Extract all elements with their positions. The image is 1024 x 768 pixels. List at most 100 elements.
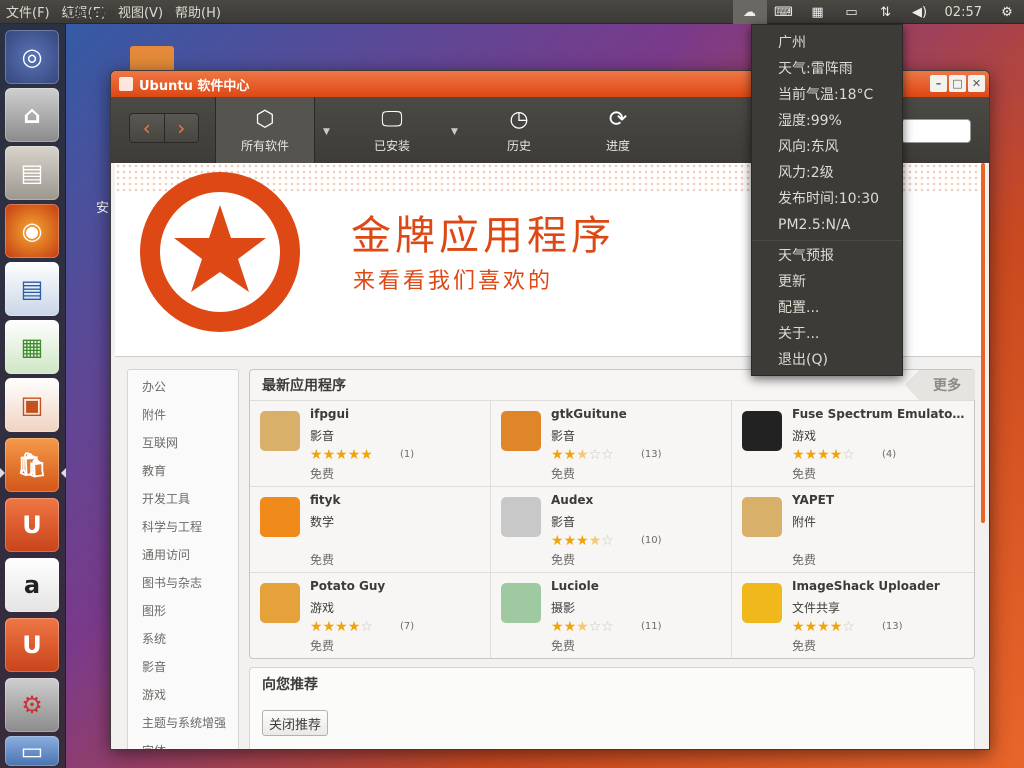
star-icon: ☆ — [588, 447, 602, 463]
calc-icon[interactable]: ▦ — [5, 320, 59, 374]
app-tile[interactable]: Audex 影音 ★★★★☆ (10) 免费 — [491, 486, 732, 572]
ubuntu-one-icon[interactable]: ⌂ — [5, 88, 59, 142]
software-center-icon[interactable]: 🛍 — [5, 438, 59, 492]
weather-condition[interactable]: 天气:雷阵雨 — [752, 56, 902, 82]
ubuntu-one-music-icon[interactable]: U — [5, 498, 59, 552]
category-games[interactable]: 游戏 — [128, 684, 238, 712]
app-tile[interactable]: Potato Guy 游戏 ★★★★☆ (7) 免费 — [250, 572, 491, 658]
app-tile[interactable]: fityk 数学 免费 — [250, 486, 491, 572]
back-button[interactable]: ‹ — [130, 114, 165, 142]
clock[interactable]: 02:57 — [937, 5, 990, 20]
menu-forecast[interactable]: 天气预报 — [752, 243, 902, 269]
installed-dropdown-icon[interactable]: ▼ — [451, 127, 463, 137]
battery-icon[interactable]: ▭ — [835, 0, 869, 24]
app-price: 免费 — [551, 553, 576, 567]
workspace-switcher-icon[interactable]: ▭ — [5, 736, 59, 766]
app-category: 数学 — [310, 515, 335, 529]
monitor-icon: 🖵 — [381, 107, 403, 132]
category-system[interactable]: 系统 — [128, 628, 238, 656]
category-education[interactable]: 教育 — [128, 460, 238, 488]
forward-button[interactable]: › — [164, 114, 198, 142]
dash-home-icon[interactable]: ◎ — [5, 30, 59, 84]
app-icon — [501, 583, 541, 623]
all-software-dropdown-icon[interactable]: ▼ — [323, 127, 335, 137]
search-input[interactable] — [901, 119, 971, 143]
all-software-button[interactable]: ⬡ 所有软件 — [215, 97, 315, 163]
firefox-icon[interactable]: ◉ — [5, 204, 59, 258]
app-name: YAPET — [792, 493, 835, 507]
writer-icon[interactable]: ▤ — [5, 262, 59, 316]
menu-about[interactable]: 关于... — [752, 321, 902, 347]
volume-icon[interactable]: ◀) — [903, 0, 937, 24]
desktop-label: 安 — [96, 201, 110, 216]
weather-wind-force[interactable]: 风力:2级 — [752, 160, 902, 186]
scrollbar[interactable] — [981, 163, 985, 523]
installed-button[interactable]: 🖵 已安装 — [342, 97, 442, 163]
calendar-icon[interactable]: ▦ — [801, 0, 835, 24]
category-media[interactable]: 影音 — [128, 656, 238, 684]
app-tile[interactable]: YAPET 附件 免费 — [732, 486, 974, 572]
category-graphics[interactable]: 图形 — [128, 600, 238, 628]
impress-icon[interactable]: ▣ — [5, 378, 59, 432]
star-icon: ★ — [310, 447, 323, 463]
weather-temperature[interactable]: 当前气温:18°C — [752, 82, 902, 108]
category-books[interactable]: 图书与杂志 — [128, 572, 238, 600]
weather-indicator-icon[interactable]: ☁ — [732, 0, 767, 24]
weather-pm25[interactable]: PM2.5:N/A — [752, 212, 902, 238]
history-button[interactable]: ◷ 历史 — [469, 97, 569, 163]
installed-label: 已安装 — [373, 139, 410, 153]
close-recommend-button[interactable]: 关闭推荐 — [262, 710, 329, 736]
weather-wind-direction[interactable]: 风向:东风 — [752, 134, 902, 160]
app-category: 影音 — [551, 429, 576, 443]
system-settings-icon[interactable]: ⚙ — [5, 678, 59, 732]
network-icon[interactable]: ⇅ — [869, 0, 903, 24]
category-dev-tools[interactable]: 开发工具 — [128, 488, 238, 516]
rating-count: (11) — [641, 621, 662, 632]
app-name: Potato Guy — [310, 579, 386, 593]
app-price: 免费 — [792, 639, 817, 653]
category-themes[interactable]: 主题与系统增强 — [128, 712, 238, 740]
menu-update[interactable]: 更新 — [752, 269, 902, 295]
app-tile[interactable]: ifpgui 影音 ★★★★★ (1) 免费 — [250, 400, 491, 486]
star-icon: ★ — [360, 447, 373, 463]
close-button[interactable]: ✕ — [968, 75, 985, 92]
category-science[interactable]: 科学与工程 — [128, 516, 238, 544]
weather-humidity[interactable]: 湿度:99% — [752, 108, 902, 134]
progress-button[interactable]: ⟳ 进度 — [568, 97, 668, 163]
star-icon: ☆ — [601, 447, 614, 463]
app-tile[interactable]: ImageShack Uploader 文件共享 ★★★★☆ (13) 免费 — [732, 572, 974, 658]
desktop-folder-icon[interactable] — [130, 46, 174, 72]
star-icon: ★ — [551, 533, 564, 549]
star-icon: ★ — [817, 447, 830, 463]
progress-label: 进度 — [605, 139, 630, 153]
star-icon: ★ — [322, 619, 336, 635]
amazon-icon[interactable]: a — [5, 558, 59, 612]
category-fonts[interactable]: 字体 — [128, 740, 238, 749]
star-icon: ☆ — [842, 447, 855, 463]
ubuntu-one-store-icon[interactable]: U — [5, 618, 59, 672]
menu-configure[interactable]: 配置... — [752, 295, 902, 321]
weather-publish-time[interactable]: 发布时间:10:30 — [752, 186, 902, 212]
app-grid: ifpgui 影音 ★★★★★ (1) 免费 gtkGuitune 影音 ★★★☆☆ (13) 免… — [250, 400, 974, 658]
minimize-button[interactable]: – — [930, 75, 947, 92]
app-tile[interactable]: Fuse Spectrum Emulator (G...游戏★★★★☆(4)免费 — [732, 400, 974, 486]
weather-city[interactable]: 广州 — [752, 30, 902, 56]
keyboard-icon[interactable]: ⌨ — [767, 0, 801, 24]
category-accessories[interactable]: 附件 — [128, 404, 238, 432]
gold-star-icon — [140, 172, 300, 332]
files-icon[interactable]: ▤ — [5, 146, 59, 200]
category-office[interactable]: 办公 — [128, 376, 238, 404]
app-tile[interactable]: Luciole 摄影 ★★★☆☆ (11) 免费 — [491, 572, 732, 658]
star-icon: ★ — [347, 447, 361, 463]
category-internet[interactable]: 互联网 — [128, 432, 238, 460]
power-gear-icon[interactable]: ⚙ — [990, 0, 1024, 24]
rating-count: (10) — [641, 535, 662, 546]
menu-quit[interactable]: 退出(Q) — [752, 347, 902, 373]
more-button[interactable]: 更多 — [905, 370, 975, 400]
app-name: Luciole — [551, 579, 599, 593]
app-icon — [260, 497, 300, 537]
maximize-button[interactable]: □ — [949, 75, 966, 92]
category-accessibility[interactable]: 通用访问 — [128, 544, 238, 572]
app-tile[interactable]: gtkGuitune 影音 ★★★☆☆ (13) 免费 — [491, 400, 732, 486]
menu-file[interactable]: 文件(F) — [0, 2, 56, 21]
